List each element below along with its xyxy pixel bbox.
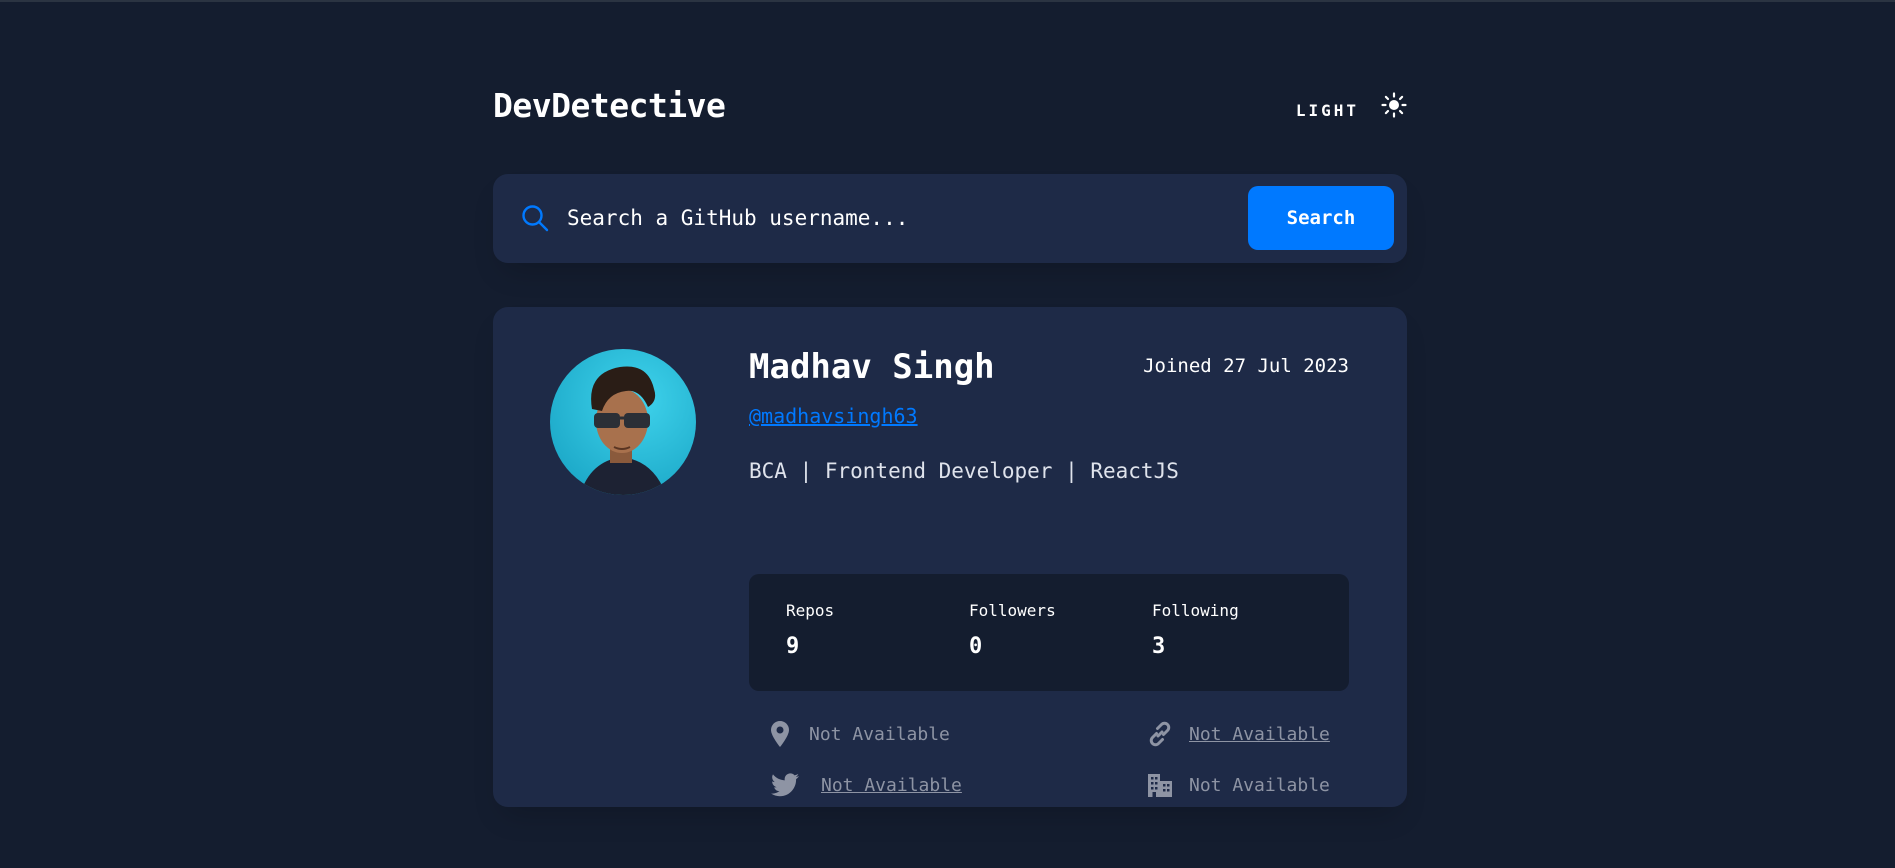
stat-following: Following 3 bbox=[1152, 601, 1239, 659]
company-item: Not Available bbox=[1147, 770, 1330, 800]
company-text: Not Available bbox=[1189, 774, 1330, 796]
app-logo: DevDetective bbox=[493, 86, 726, 125]
stat-label: Repos bbox=[786, 601, 835, 620]
profile-bio: BCA | Frontend Developer | ReactJS bbox=[749, 459, 1179, 483]
sun-icon bbox=[1381, 92, 1407, 118]
profile-name: Madhav Singh bbox=[749, 347, 995, 387]
stat-label: Following bbox=[1152, 601, 1239, 620]
window-top-border bbox=[0, 0, 1895, 2]
profile-handle-link[interactable]: @madhavsingh63 bbox=[749, 404, 918, 428]
profile-links: Not Available Not Available Not Availabl… bbox=[749, 719, 1349, 819]
stat-value: 3 bbox=[1152, 634, 1166, 659]
search-input[interactable] bbox=[567, 198, 1187, 238]
theme-toggle[interactable]: LIGHT bbox=[1296, 90, 1407, 120]
website-link[interactable]: Not Available bbox=[1189, 724, 1330, 745]
location-text: Not Available bbox=[809, 723, 950, 745]
twitter-icon bbox=[771, 773, 799, 797]
theme-toggle-label: LIGHT bbox=[1295, 100, 1359, 120]
stat-value: 9 bbox=[786, 634, 800, 659]
building-icon bbox=[1148, 774, 1172, 797]
location-pin-icon bbox=[771, 721, 789, 747]
stats-panel: Repos 9 Followers 0 Following 3 bbox=[749, 574, 1349, 691]
search-bar: Search bbox=[493, 174, 1407, 263]
header: DevDetective LIGHT bbox=[493, 86, 1407, 130]
twitter-item: Not Available bbox=[771, 770, 962, 800]
search-icon bbox=[522, 205, 549, 232]
stat-repos: Repos 9 bbox=[786, 601, 834, 659]
stat-followers: Followers 0 bbox=[969, 601, 1056, 659]
link-icon bbox=[1149, 721, 1171, 747]
search-button[interactable]: Search bbox=[1248, 186, 1394, 250]
profile-card: Madhav Singh Joined 27 Jul 2023 @madhavs… bbox=[493, 307, 1407, 807]
twitter-link[interactable]: Not Available bbox=[821, 775, 962, 796]
joined-date: Joined 27 Jul 2023 bbox=[1143, 355, 1349, 377]
avatar bbox=[550, 349, 696, 495]
stat-label: Followers bbox=[969, 601, 1056, 620]
stat-value: 0 bbox=[969, 634, 983, 659]
location-item: Not Available bbox=[771, 719, 950, 749]
website-item: Not Available bbox=[1147, 719, 1330, 749]
